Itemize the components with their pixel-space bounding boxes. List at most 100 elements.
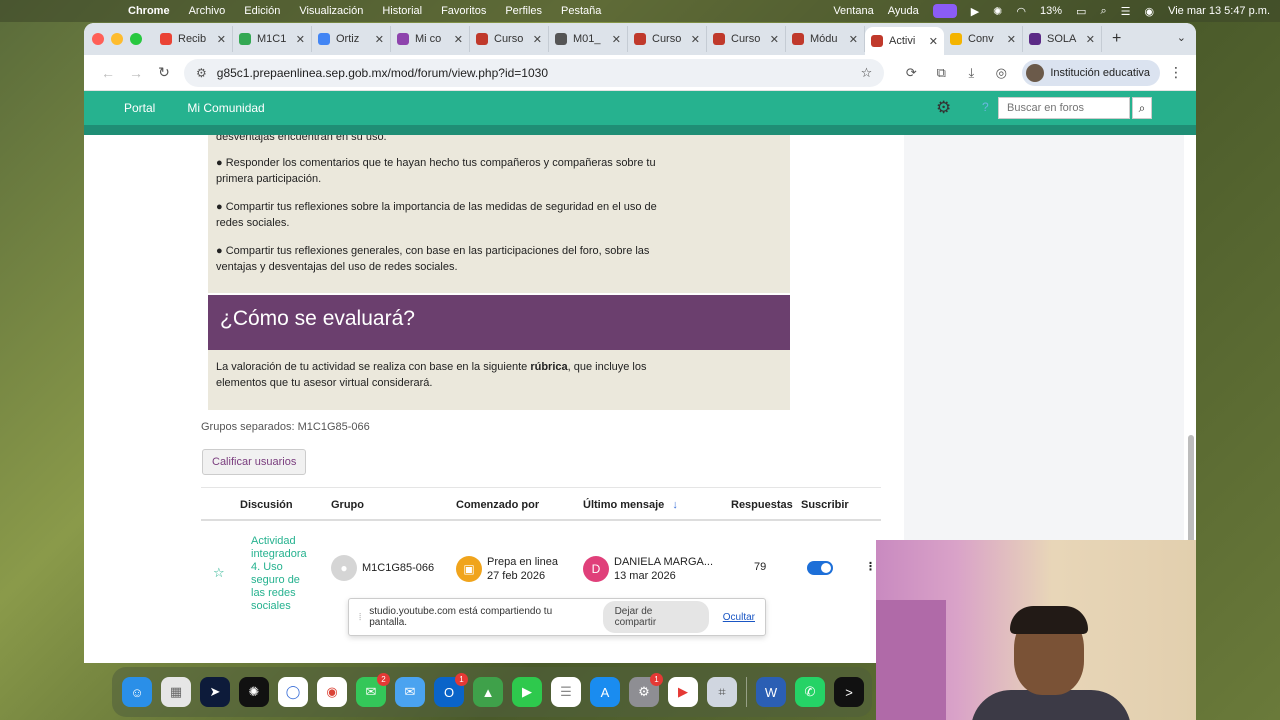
browser-circle-icon[interactable]: ◯ xyxy=(278,677,308,707)
performance-icon[interactable]: ◎ xyxy=(986,65,1016,81)
control-center-icon[interactable]: ☰ xyxy=(1121,5,1131,18)
telegram-icon[interactable]: ➤ xyxy=(200,677,230,707)
chatgpt-icon[interactable]: ✺ xyxy=(239,677,269,707)
help-icon[interactable]: ? xyxy=(982,100,989,114)
tab-search-chevron-icon[interactable]: ⌄ xyxy=(1177,31,1186,44)
menu-ayuda[interactable]: Ayuda xyxy=(888,5,919,17)
minimize-window-button[interactable] xyxy=(111,33,123,45)
nav-mi-comunidad[interactable]: Mi Comunidad xyxy=(187,101,264,115)
zoom-window-button[interactable] xyxy=(130,33,142,45)
author-avatar-icon[interactable]: ▣ xyxy=(456,556,482,582)
nav-portal[interactable]: Portal xyxy=(124,101,155,115)
word-icon[interactable]: W xyxy=(756,677,786,707)
more-actions-icon[interactable]: ⋮ xyxy=(865,560,876,573)
reminders-icon[interactable]: ☰ xyxy=(551,677,581,707)
tab-close-icon[interactable]: ✕ xyxy=(849,33,858,46)
last-post-date[interactable]: 13 mar 2026 xyxy=(614,569,713,583)
menu-visualizacion[interactable]: Visualización xyxy=(299,5,363,17)
browser-tab[interactable]: SOLA ✕ xyxy=(1023,26,1102,52)
wifi-icon[interactable]: ◠ xyxy=(1016,5,1026,18)
browser-tab[interactable]: Curso ✕ xyxy=(707,26,786,52)
star-icon[interactable]: ☆ xyxy=(213,565,225,581)
url-text[interactable]: g85c1.prepaenlinea.sep.gob.mx/mod/forum/… xyxy=(217,66,548,80)
profile-button[interactable]: Institución educativa xyxy=(1022,59,1160,86)
whatsapp-icon[interactable]: ✆ xyxy=(795,677,825,707)
play-icon[interactable]: ▶ xyxy=(971,5,979,18)
page-scrollbar[interactable] xyxy=(1188,435,1194,545)
omnibox[interactable]: ⚙ g85c1.prepaenlinea.sep.gob.mx/mod/foru… xyxy=(184,58,885,87)
bookmark-star-icon[interactable]: ☆ xyxy=(861,65,873,81)
finder-icon[interactable]: ☺ xyxy=(122,677,152,707)
tab-close-icon[interactable]: ✕ xyxy=(296,33,305,46)
menu-perfiles[interactable]: Perfiles xyxy=(505,5,542,17)
tab-close-icon[interactable]: ✕ xyxy=(1086,33,1095,46)
maps-icon[interactable]: ▲ xyxy=(473,677,503,707)
started-by-name[interactable]: Prepa en linea xyxy=(487,555,558,569)
stop-sharing-button[interactable]: Dejar de compartir xyxy=(602,601,709,633)
search-icon[interactable]: ⌕ xyxy=(1132,97,1152,119)
menu-app[interactable]: Chrome xyxy=(128,5,170,17)
browser-tab[interactable]: Mi co ✕ xyxy=(391,26,470,52)
last-poster-avatar[interactable]: D xyxy=(583,556,609,582)
browser-tab[interactable]: M1C1 ✕ xyxy=(233,26,312,52)
browser-tab[interactable]: Ortiz ✕ xyxy=(312,26,391,52)
app-store-icon[interactable]: A xyxy=(590,677,620,707)
site-settings-icon[interactable]: ⚙ xyxy=(196,66,207,80)
browser-tab[interactable]: Conv ✕ xyxy=(944,26,1023,52)
tab-close-icon[interactable]: ✕ xyxy=(691,33,700,46)
youtube-icon[interactable]: ▶ xyxy=(668,677,698,707)
menu-archivo[interactable]: Archivo xyxy=(189,5,226,17)
tab-close-icon[interactable]: ✕ xyxy=(454,33,463,46)
new-tab-button[interactable]: + xyxy=(1112,30,1121,48)
menubar-clock[interactable]: Vie mar 13 5:47 p.m. xyxy=(1168,5,1270,17)
browser-menu-icon[interactable]: ⋮ xyxy=(1166,64,1186,81)
last-poster-name[interactable]: DANIELA MARGA... xyxy=(614,555,713,569)
forum-search-input[interactable] xyxy=(998,97,1130,119)
drag-handle-icon[interactable]: ⦙ xyxy=(359,612,361,623)
chrome-icon[interactable]: ◉ xyxy=(317,677,347,707)
browser-tab[interactable]: Curso ✕ xyxy=(628,26,707,52)
col-last-post[interactable]: Último mensaje ↓ xyxy=(583,499,678,511)
preview-icon[interactable]: ⌗ xyxy=(707,677,737,707)
col-replies[interactable]: Respuestas xyxy=(731,499,793,511)
launchpad-icon[interactable]: ▦ xyxy=(161,677,191,707)
spotlight-icon[interactable]: ⌕ xyxy=(1100,5,1106,18)
menu-ventana[interactable]: Ventana xyxy=(833,5,873,17)
messages-icon[interactable]: ✉ 2 xyxy=(356,673,390,707)
tab-close-icon[interactable]: ✕ xyxy=(929,35,938,48)
menu-pestana[interactable]: Pestaña xyxy=(561,5,601,17)
menu-historial[interactable]: Historial xyxy=(382,5,422,17)
tab-close-icon[interactable]: ✕ xyxy=(770,33,779,46)
back-button[interactable]: ← xyxy=(94,65,122,81)
screen-share-icon[interactable] xyxy=(932,4,957,18)
grade-users-button[interactable]: Calificar usuarios xyxy=(202,449,307,475)
facetime-icon[interactable]: ▶ xyxy=(512,677,542,707)
system-settings-icon[interactable]: ⚙ 1 xyxy=(629,673,663,707)
gear-icon[interactable]: ⚙ xyxy=(936,98,951,118)
subscribe-toggle[interactable] xyxy=(807,561,833,575)
browser-tab[interactable]: Recib ✕ xyxy=(154,26,233,52)
hide-banner-link[interactable]: Ocultar xyxy=(723,612,755,623)
extensions-icon[interactable]: ⧉ xyxy=(926,65,956,81)
focus-icon[interactable]: ✺ xyxy=(993,5,1002,18)
mail-icon[interactable]: ✉ xyxy=(395,677,425,707)
col-group[interactable]: Grupo xyxy=(331,499,364,511)
browser-tab[interactable]: Activi ✕ xyxy=(865,27,944,55)
close-window-button[interactable] xyxy=(92,33,104,45)
col-subscribe[interactable]: Suscribir xyxy=(801,499,849,511)
battery-icon[interactable]: ▭ xyxy=(1076,5,1086,18)
tab-close-icon[interactable]: ✕ xyxy=(217,33,226,46)
menu-favoritos[interactable]: Favoritos xyxy=(441,5,486,17)
forward-button[interactable]: → xyxy=(122,65,150,81)
download-icon[interactable]: ⤓ xyxy=(956,65,986,81)
discussion-title-link[interactable]: Actividad integradora 4. Uso seguro de l… xyxy=(251,535,313,613)
browser-tab[interactable]: Módu ✕ xyxy=(786,26,865,52)
tab-close-icon[interactable]: ✕ xyxy=(1007,33,1016,46)
tab-close-icon[interactable]: ✕ xyxy=(375,33,384,46)
siri-icon[interactable]: ◉ xyxy=(1144,5,1154,18)
tab-close-icon[interactable]: ✕ xyxy=(533,33,542,46)
browser-tab[interactable]: Curso ✕ xyxy=(470,26,549,52)
sync-icon[interactable]: ⟳ xyxy=(896,65,926,81)
menu-edicion[interactable]: Edición xyxy=(244,5,280,17)
browser-tab[interactable]: M01_ ✕ xyxy=(549,26,628,52)
